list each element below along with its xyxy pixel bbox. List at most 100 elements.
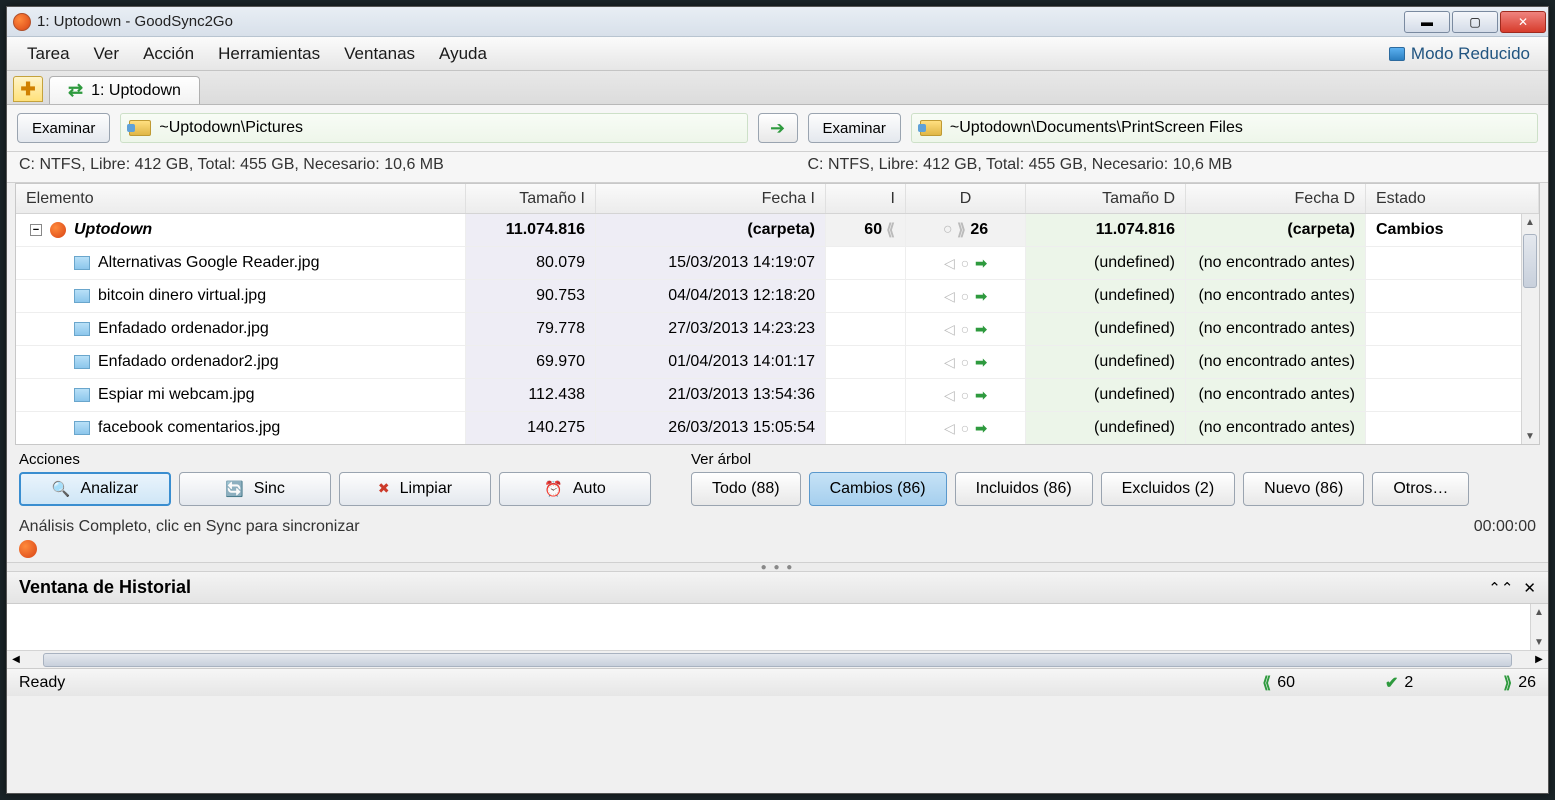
browse-left-button[interactable]: Examinar: [17, 113, 110, 143]
filter-todo-button[interactable]: Todo (88): [691, 472, 801, 506]
hscroll-thumb[interactable]: [43, 653, 1512, 667]
file-name: Enfadado ordenador2.jpg: [98, 353, 279, 371]
scroll-up-icon[interactable]: ▲: [1532, 604, 1546, 620]
col-fecha-i[interactable]: Fecha I: [596, 184, 826, 213]
filter-cambios-button[interactable]: Cambios (86): [809, 472, 947, 506]
clean-button[interactable]: Limpiar: [339, 472, 491, 506]
image-icon: [74, 421, 90, 435]
splitter-handle[interactable]: ● ● ●: [7, 562, 1548, 572]
history-header: Ventana de Historial ⌃⌃ ✕: [7, 572, 1548, 604]
col-i[interactable]: I: [826, 184, 906, 213]
job-status-icon: [19, 540, 37, 558]
reduced-mode-button[interactable]: Modo Reducido: [1379, 40, 1540, 68]
analyze-button[interactable]: Analizar: [19, 472, 171, 506]
window-title: 1: Uptodown - GoodSync2Go: [37, 13, 1402, 30]
scroll-thumb[interactable]: [1523, 234, 1537, 288]
scroll-down-icon[interactable]: ▼: [1523, 428, 1537, 444]
scroll-right-icon[interactable]: ▶: [1530, 654, 1548, 665]
monitor-icon: [1389, 47, 1405, 61]
menubar: Tarea Ver Acción Herramientas Ventanas A…: [7, 37, 1548, 71]
tab-uptodown[interactable]: ⇄ 1: Uptodown: [49, 76, 200, 104]
menu-ver[interactable]: Ver: [82, 38, 132, 70]
arrow-left-icon: ◁: [944, 288, 955, 305]
image-icon: [74, 388, 90, 402]
arrow-right-icon: ➡: [975, 420, 987, 437]
col-tamano-d[interactable]: Tamaño D: [1026, 184, 1186, 213]
root-name: Uptodown: [74, 221, 152, 239]
left-path-display[interactable]: ~Uptodown\Pictures: [120, 113, 747, 143]
statusbar: Ready 60 ✔2 26: [7, 668, 1548, 696]
close-history-icon[interactable]: ✕: [1523, 579, 1536, 597]
menu-ayuda[interactable]: Ayuda: [427, 38, 499, 70]
right-path-display[interactable]: ~Uptodown\Documents\PrintScreen Files: [911, 113, 1538, 143]
left-path-text: ~Uptodown\Pictures: [159, 119, 303, 137]
stat-right: 26: [1503, 673, 1536, 693]
history-vscroll[interactable]: ▲ ▼: [1530, 604, 1548, 650]
filter-incluidos-button[interactable]: Incluidos (86): [955, 472, 1093, 506]
arrow-right-icon: ➡: [975, 321, 987, 338]
tree-label: Ver árbol: [691, 451, 1469, 468]
arrows-left-icon: [886, 220, 895, 240]
tree-collapse-icon[interactable]: −: [30, 224, 42, 236]
circle-icon: ○: [961, 354, 969, 370]
vertical-scrollbar[interactable]: ▲ ▼: [1521, 214, 1539, 444]
right-path-text: ~Uptodown\Documents\PrintScreen Files: [950, 119, 1243, 137]
scroll-up-icon[interactable]: ▲: [1523, 214, 1537, 230]
col-d[interactable]: D: [906, 184, 1026, 213]
file-name: Enfadado ordenador.jpg: [98, 320, 269, 338]
table-header: Elemento Tamaño I Fecha I I D Tamaño D F…: [16, 184, 1539, 214]
lower-panel: Acciones Analizar Sinc Limpiar Auto Ver …: [7, 445, 1548, 510]
col-elemento[interactable]: Elemento: [16, 184, 466, 213]
browse-right-button[interactable]: Examinar: [808, 113, 901, 143]
add-tab-button[interactable]: ✚: [13, 76, 43, 102]
maximize-button[interactable]: ▢: [1452, 11, 1498, 33]
table-row[interactable]: Espiar mi webcam.jpg112.43821/03/2013 13…: [16, 379, 1539, 412]
menu-ventanas[interactable]: Ventanas: [332, 38, 427, 70]
table-row[interactable]: Enfadado ordenador2.jpg69.97001/04/2013 …: [16, 346, 1539, 379]
actions-section: Acciones Analizar Sinc Limpiar Auto: [19, 451, 651, 506]
file-name: bitcoin dinero virtual.jpg: [98, 287, 266, 305]
file-name: Espiar mi webcam.jpg: [98, 386, 255, 404]
filter-excluidos-button[interactable]: Excluidos (2): [1101, 472, 1235, 506]
table-row[interactable]: Enfadado ordenador.jpg79.77827/03/2013 1…: [16, 313, 1539, 346]
image-icon: [74, 289, 90, 303]
filter-nuevo-button[interactable]: Nuevo (86): [1243, 472, 1364, 506]
image-icon: [74, 355, 90, 369]
arrow-left-icon: ◁: [944, 255, 955, 272]
arrow-left-icon: ◁: [944, 354, 955, 371]
ready-label: Ready: [19, 674, 65, 692]
filter-otros-button[interactable]: Otros…: [1372, 472, 1469, 506]
direction-button[interactable]: ➔: [758, 113, 798, 143]
table-row[interactable]: facebook comentarios.jpg140.27526/03/201…: [16, 412, 1539, 444]
folder-icon: [129, 120, 151, 136]
refresh-icon: [225, 480, 244, 499]
menu-tarea[interactable]: Tarea: [15, 38, 82, 70]
history-hscroll[interactable]: ◀ ▶: [7, 650, 1548, 668]
auto-button[interactable]: Auto: [499, 472, 651, 506]
collapse-icon[interactable]: ⌃⌃: [1488, 579, 1513, 597]
scroll-down-icon[interactable]: ▼: [1532, 634, 1546, 650]
image-icon: [74, 256, 90, 270]
menu-herramientas[interactable]: Herramientas: [206, 38, 332, 70]
table-row-root[interactable]: −Uptodown 11.074.816 (carpeta) 60 ○ 26 1…: [16, 214, 1539, 247]
status-time: 00:00:00: [1474, 518, 1536, 536]
left-stats: C: NTFS, Libre: 412 GB, Total: 455 GB, N…: [19, 156, 748, 174]
circle-icon: ○: [961, 420, 969, 436]
minimize-button[interactable]: ▬: [1404, 11, 1450, 33]
col-tamano-i[interactable]: Tamaño I: [466, 184, 596, 213]
app-window: 1: Uptodown - GoodSync2Go ▬ ▢ ✕ Tarea Ve…: [6, 6, 1549, 794]
table-row[interactable]: bitcoin dinero virtual.jpg90.75304/04/20…: [16, 280, 1539, 313]
table-row[interactable]: Alternativas Google Reader.jpg80.07915/0…: [16, 247, 1539, 280]
titlebar[interactable]: 1: Uptodown - GoodSync2Go ▬ ▢ ✕: [7, 7, 1548, 37]
sync-button[interactable]: Sinc: [179, 472, 331, 506]
col-fecha-d[interactable]: Fecha D: [1186, 184, 1366, 213]
arrow-right-icon: ➡: [975, 288, 987, 305]
col-estado[interactable]: Estado: [1366, 184, 1539, 213]
close-button[interactable]: ✕: [1500, 11, 1546, 33]
menu-accion[interactable]: Acción: [131, 38, 206, 70]
scroll-left-icon[interactable]: ◀: [7, 654, 25, 665]
circle-icon: ○: [961, 387, 969, 403]
arrow-left-icon: ◁: [944, 420, 955, 437]
arrows-right-icon: [957, 220, 966, 240]
folder-icon: [920, 120, 942, 136]
